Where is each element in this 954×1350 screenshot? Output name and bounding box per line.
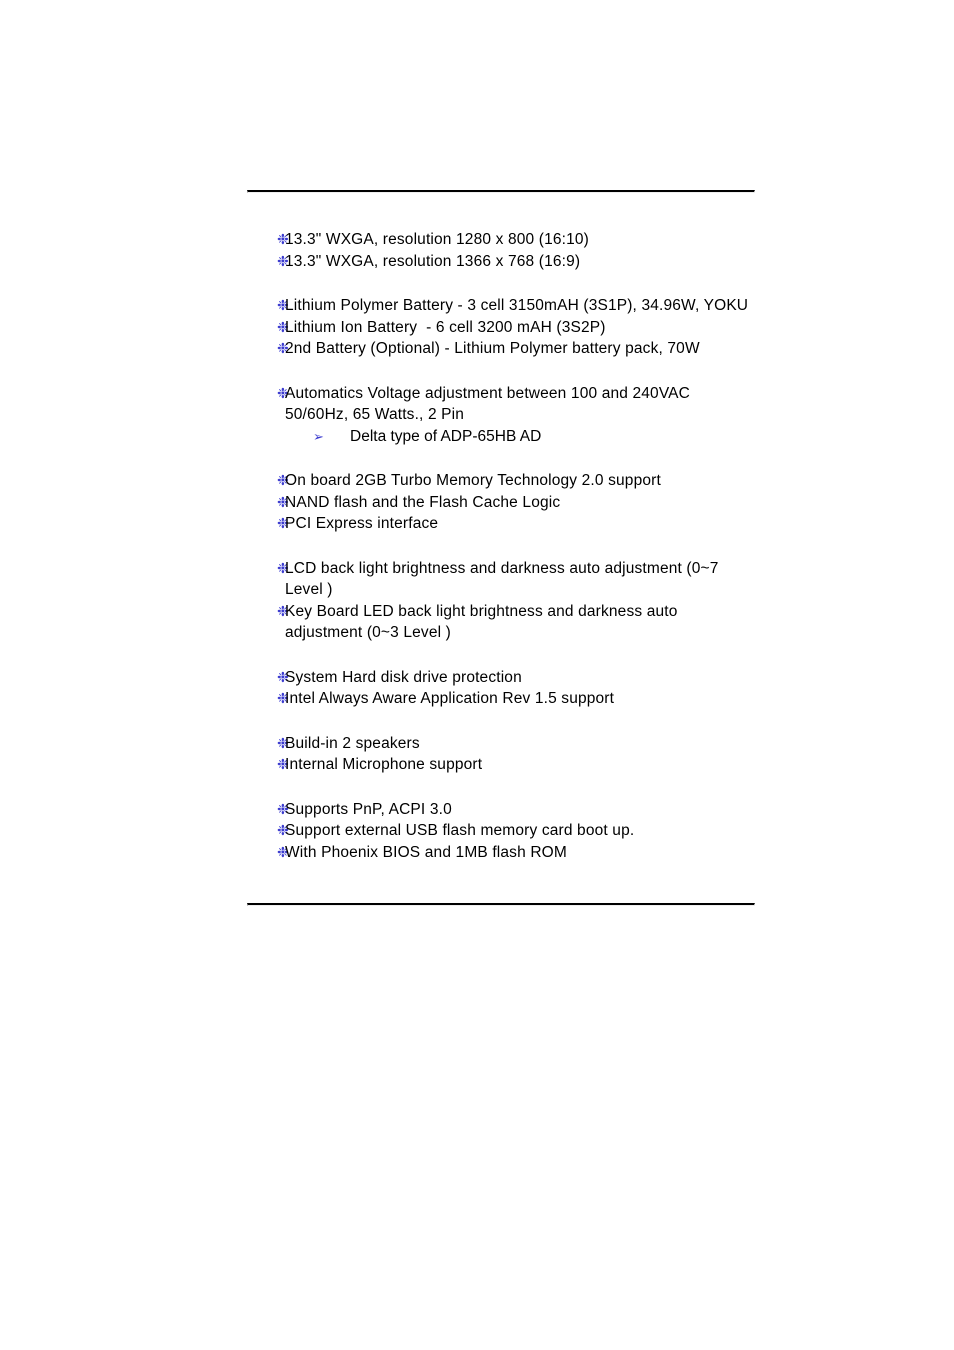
list-item-label: Internal Microphone support xyxy=(285,756,483,773)
snowflake-bullet-icon: ❉ xyxy=(277,559,289,576)
list-item: ❉ 2nd Battery (Optional) - Lithium Polyme… xyxy=(247,338,753,360)
snowflake-bullet-icon: ❉ xyxy=(277,472,289,488)
list-item: ❉ Automatics Voltage adjustment between 1… xyxy=(247,383,753,426)
snowflake-bullet-icon: ❉ xyxy=(277,822,289,838)
sub-list: ➢ Delta type of ADP-65HB AD xyxy=(247,426,753,448)
document-page: ❉ 13.3" WXGA, resolution 1280 x 800 (16:1… xyxy=(0,0,954,1350)
snowflake-bullet-icon: ❉ xyxy=(277,318,289,335)
footer-divider-rule xyxy=(247,903,755,906)
spec-group-g-sensor: ❉ System Hard disk drive protection ❉ Intel… xyxy=(247,667,753,710)
list-item-label: Automatics Voltage adjustment between 10… xyxy=(285,384,695,424)
snowflake-bullet-icon: ❉ xyxy=(277,668,289,685)
list-item: ❉ Key Board LED back light brightness and… xyxy=(247,601,753,644)
content-column: ❉ 13.3" WXGA, resolution 1280 x 800 (16:1… xyxy=(247,190,755,906)
list-item-label: 13.3" WXGA, resolution 1280 x 800 (16:10… xyxy=(285,231,589,248)
list-item-label: Build-in 2 speakers xyxy=(285,734,420,752)
spec-group-battery: ❉ Lithium Polymer Battery - 3 cell 3150mA… xyxy=(247,295,753,360)
snowflake-bullet-icon: ❉ xyxy=(277,602,289,619)
list-item-label: 13.3" WXGA, resolution 1366 x 768 (16:9) xyxy=(285,252,581,270)
spec-group-turbo-memory: ❉ On board 2GB Turbo Memory Technology 2.… xyxy=(247,470,753,535)
list-item-label: Key Board LED back light brightness and … xyxy=(285,602,682,642)
list-item-label: Supports PnP, ACPI 3.0 xyxy=(285,800,452,818)
list-item-label: System Hard disk drive protection xyxy=(285,668,522,686)
list-item: ❉ Support external USB flash memory card … xyxy=(247,820,753,842)
spec-group-lcd-panel: ❉ 13.3" WXGA, resolution 1280 x 800 (16:1… xyxy=(247,229,753,272)
list-item-label: With Phoenix BIOS and 1MB flash ROM xyxy=(285,843,567,861)
spec-group-bios: ❉ Supports PnP, ACPI 3.0 ❉ Support external… xyxy=(247,799,753,864)
snowflake-bullet-icon: ❉ xyxy=(277,340,289,356)
list-item: ❉ System Hard disk drive protection xyxy=(247,667,753,689)
spec-group-ac-adapter: ❉ Automatics Voltage adjustment between 1… xyxy=(247,383,753,448)
list-item: ❉ PCI Express interface xyxy=(247,513,753,535)
list-item: ❉ Internal Microphone support xyxy=(247,754,753,776)
list-item: ❉ On board 2GB Turbo Memory Technology 2.… xyxy=(247,470,753,492)
list-item-label: LCD back light brightness and darkness a… xyxy=(285,559,723,599)
list-item-label: Lithium Polymer Battery - 3 cell 3150mAH… xyxy=(285,297,749,314)
spec-group-light-sensor: ❉ LCD back light brightness and darkness … xyxy=(247,558,753,644)
list-item-label: Intel Always Aware Application Rev 1.5 s… xyxy=(285,690,615,707)
list-item: ❉ Supports PnP, ACPI 3.0 xyxy=(247,799,753,821)
list-item-label: On board 2GB Turbo Memory Technology 2.0… xyxy=(285,472,661,489)
list-item-label: NAND flash and the Flash Cache Logic xyxy=(285,493,561,511)
header-divider-rule xyxy=(247,190,755,193)
list-item: ❉ Build-in 2 speakers xyxy=(247,733,753,755)
list-item-label: 2nd Battery (Optional) - Lithium Polymer… xyxy=(285,340,700,357)
snowflake-bullet-icon: ❉ xyxy=(277,843,289,860)
spec-group-audio: ❉ Build-in 2 speakers ❉ Internal Microphone… xyxy=(247,733,753,776)
list-item: ❉ Lithium Ion Battery - 6 cell 3200 mAH (… xyxy=(247,317,753,339)
snowflake-bullet-icon: ❉ xyxy=(277,756,289,772)
snowflake-bullet-icon: ❉ xyxy=(277,800,289,817)
snowflake-bullet-icon: ❉ xyxy=(277,734,289,751)
snowflake-bullet-icon: ❉ xyxy=(277,515,289,531)
list-item: ❉ 13.3" WXGA, resolution 1366 x 768 (16:9… xyxy=(247,251,753,273)
snowflake-bullet-icon: ❉ xyxy=(277,690,289,706)
list-item-label: Lithium Ion Battery - 6 cell 3200 mAH (3… xyxy=(285,318,606,336)
snowflake-bullet-icon: ❉ xyxy=(277,384,289,401)
list-item: ❉ 13.3" WXGA, resolution 1280 x 800 (16:1… xyxy=(247,229,753,251)
sub-list-item: ➢ Delta type of ADP-65HB AD xyxy=(247,426,753,448)
list-item: ❉ LCD back light brightness and darkness … xyxy=(247,558,753,601)
list-item-label: PCI Express interface xyxy=(285,515,439,532)
snowflake-bullet-icon: ❉ xyxy=(277,493,289,510)
snowflake-bullet-icon: ❉ xyxy=(277,231,289,247)
spec-groups-container: ❉ 13.3" WXGA, resolution 1280 x 800 (16:1… xyxy=(247,229,753,863)
list-item: ❉ Lithium Polymer Battery - 3 cell 3150mA… xyxy=(247,295,753,317)
snowflake-bullet-icon: ❉ xyxy=(277,297,289,313)
list-item: ❉ Intel Always Aware Application Rev 1.5 … xyxy=(247,688,753,710)
list-item: ❉ With Phoenix BIOS and 1MB flash ROM xyxy=(247,842,753,864)
arrow-bullet-icon: ➢ xyxy=(313,428,324,444)
sub-list-item-label: Delta type of ADP-65HB AD xyxy=(350,427,542,445)
list-item-label: Support external USB flash memory card b… xyxy=(285,822,635,839)
snowflake-bullet-icon: ❉ xyxy=(277,252,289,269)
list-item: ❉ NAND flash and the Flash Cache Logic xyxy=(247,492,753,514)
